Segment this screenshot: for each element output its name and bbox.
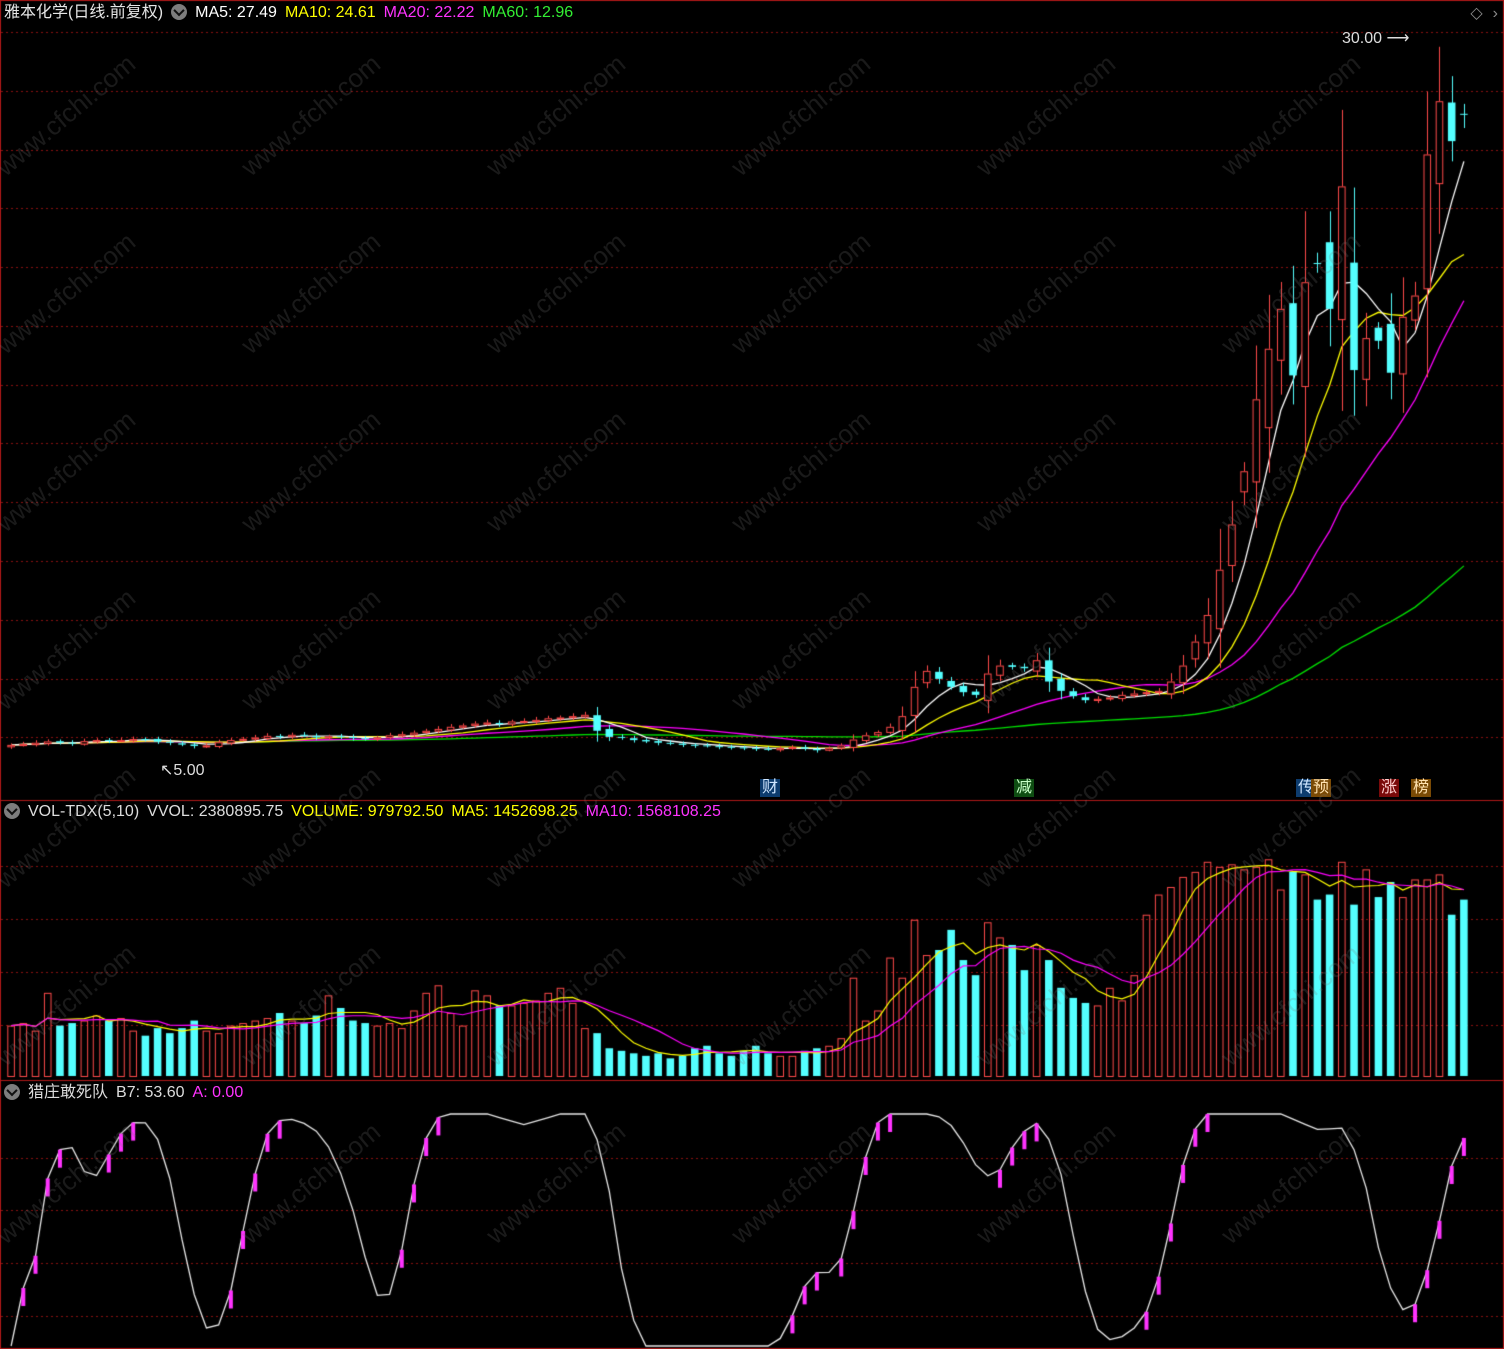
vol-title[interactable]: VOL-TDX(5,10) bbox=[28, 803, 139, 820]
a-label: A: 0.00 bbox=[192, 1084, 244, 1101]
indicator-panel-header: 猎庄敢死队 B7: 53.60 A: 0.00 bbox=[4, 1082, 251, 1104]
settings-dropdown-icon[interactable] bbox=[171, 4, 188, 20]
vol-ma10-label: MA10: 1568108.25 bbox=[585, 803, 721, 820]
indicator-settings-icon[interactable] bbox=[4, 1084, 20, 1100]
ma60-label: MA60: 12.96 bbox=[482, 4, 574, 21]
vol-ma5-label: MA5: 1452698.25 bbox=[451, 803, 578, 820]
event-mark-rise[interactable]: 涨 bbox=[1379, 779, 1400, 797]
corner-icons: ◇ › bbox=[1460, 3, 1498, 23]
kline-chart-canvas[interactable] bbox=[0, 0, 1504, 1349]
event-mark-list[interactable]: 榜 bbox=[1411, 779, 1432, 797]
stock-title[interactable]: 雅本化学(日线.前复权) bbox=[4, 4, 163, 21]
event-mark-finance[interactable]: 财 bbox=[760, 779, 781, 797]
volume-panel-header: VOL-TDX(5,10) VVOL: 2380895.75 VOLUME: 979… bbox=[4, 801, 729, 823]
low-price-annotation: ↖5.00 bbox=[160, 762, 205, 779]
scroll-arrow-icon[interactable]: › bbox=[1493, 5, 1498, 22]
ma5-label: MA5: 27.49 bbox=[195, 4, 277, 21]
b7-label: B7: 53.60 bbox=[116, 1084, 185, 1101]
main-panel-header: 雅本化学(日线.前复权) MA5: 27.49 MA10: 24.61 MA20: 2… bbox=[4, 2, 581, 24]
high-price-annotation: 30.00 ⟶ bbox=[1342, 30, 1410, 47]
diamond-icon[interactable]: ◇ bbox=[1470, 5, 1482, 22]
indicator-title[interactable]: 猎庄敢死队 bbox=[28, 1084, 108, 1101]
volume-label: VOLUME: 979792.50 bbox=[291, 803, 444, 820]
ma20-label: MA20: 22.22 bbox=[383, 4, 475, 21]
ma10-label: MA10: 24.61 bbox=[284, 4, 376, 21]
event-mark-forecast[interactable]: 预 bbox=[1311, 779, 1332, 797]
vvol-label: VVOL: 2380895.75 bbox=[147, 803, 284, 820]
event-mark-reduce[interactable]: 减 bbox=[1014, 779, 1035, 797]
volume-settings-icon[interactable] bbox=[4, 803, 20, 819]
